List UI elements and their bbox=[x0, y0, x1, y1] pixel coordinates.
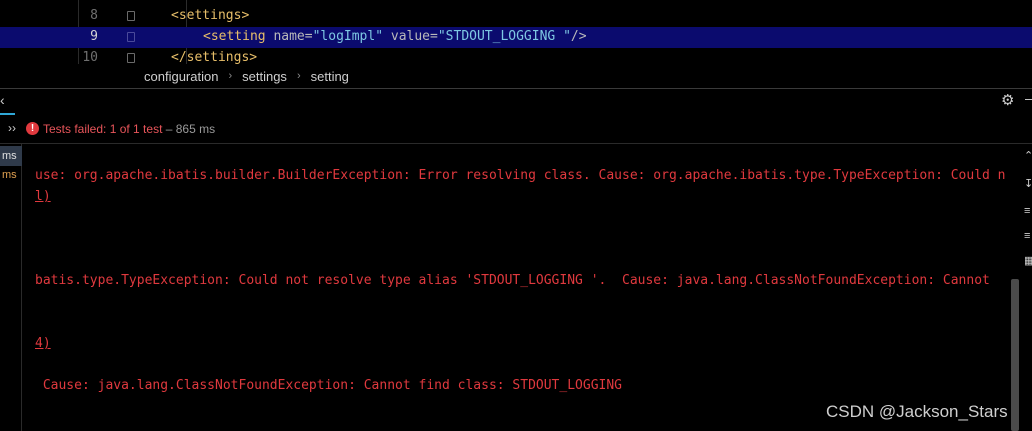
tests-failed-label: Tests failed: 1 of 1 test bbox=[43, 122, 163, 136]
code-line-9[interactable]: 9 <setting name="logImpl" value="STDOUT_… bbox=[0, 27, 1032, 48]
soft-wrap-icon[interactable]: ≡ bbox=[1024, 205, 1032, 217]
line-number: 9 bbox=[90, 29, 98, 44]
code-text: </settings> bbox=[171, 50, 258, 64]
scroll-to-end-icon[interactable]: ↧ bbox=[1024, 178, 1032, 190]
breadcrumb: configuration › settings › setting bbox=[78, 64, 1032, 88]
tree-item-duration[interactable]: ms bbox=[0, 146, 22, 166]
test-status-text: Tests failed: 1 of 1 test – 865 ms bbox=[43, 122, 215, 136]
close-tab-icon[interactable]: ‹ bbox=[0, 92, 5, 108]
breadcrumb-separator: › bbox=[228, 70, 233, 82]
breadcrumb-item-settings[interactable]: settings bbox=[240, 69, 289, 84]
code-text: <settings> bbox=[171, 8, 250, 23]
console-line: batis.type.TypeException: Could not reso… bbox=[35, 273, 990, 288]
breadcrumb-item-setting[interactable]: setting bbox=[309, 69, 351, 84]
minimize-icon[interactable]: — bbox=[1025, 90, 1032, 106]
fold-marker-icon[interactable] bbox=[127, 11, 135, 21]
run-tool-window-header: ‹ ⚙ — bbox=[0, 88, 1032, 115]
gear-icon[interactable]: ⚙ bbox=[1001, 91, 1014, 109]
line-number: 8 bbox=[90, 8, 98, 23]
console-line: use: org.apache.ibatis.builder.BuilderEx… bbox=[35, 168, 1006, 183]
breadcrumb-separator: › bbox=[296, 70, 301, 82]
console-line: Cause: java.lang.ClassNotFoundException:… bbox=[35, 378, 622, 393]
line-number: 10 bbox=[82, 50, 98, 64]
code-line-10[interactable]: 10 </settings> bbox=[0, 48, 1032, 64]
test-tree[interactable]: ms ms bbox=[0, 144, 22, 431]
console-line-link[interactable]: 4) bbox=[35, 336, 51, 351]
fail-icon: ! bbox=[26, 122, 39, 135]
console-line-link[interactable]: l) bbox=[35, 189, 51, 204]
watermark: CSDN @Jackson_Stars bbox=[826, 402, 1008, 421]
code-text: <setting name="logImpl" value="STDOUT_LO… bbox=[203, 29, 587, 44]
code-line-8[interactable]: 8 <settings> bbox=[0, 6, 1032, 27]
test-duration: – 865 ms bbox=[165, 122, 216, 136]
code-editor[interactable]: 8 <settings> 9 <setting name="logImpl" v… bbox=[0, 0, 1032, 64]
clear-icon[interactable]: ▦ bbox=[1024, 255, 1032, 267]
tree-item-duration[interactable]: ms bbox=[0, 165, 22, 185]
console-output[interactable]: use: org.apache.ibatis.builder.BuilderEx… bbox=[22, 144, 1012, 431]
fold-marker-icon[interactable] bbox=[127, 32, 135, 42]
console-scrollbar[interactable] bbox=[1011, 279, 1019, 431]
scroll-up-icon[interactable]: ⌃ bbox=[1024, 150, 1032, 162]
test-status-bar: ›› ! Tests failed: 1 of 1 test – 865 ms bbox=[0, 114, 1032, 144]
breadcrumb-item-configuration[interactable]: configuration bbox=[142, 69, 220, 84]
print-icon[interactable]: ≡ bbox=[1024, 230, 1032, 242]
fold-marker-icon[interactable] bbox=[127, 53, 135, 63]
expand-chevron-icon[interactable]: ›› bbox=[8, 121, 16, 135]
